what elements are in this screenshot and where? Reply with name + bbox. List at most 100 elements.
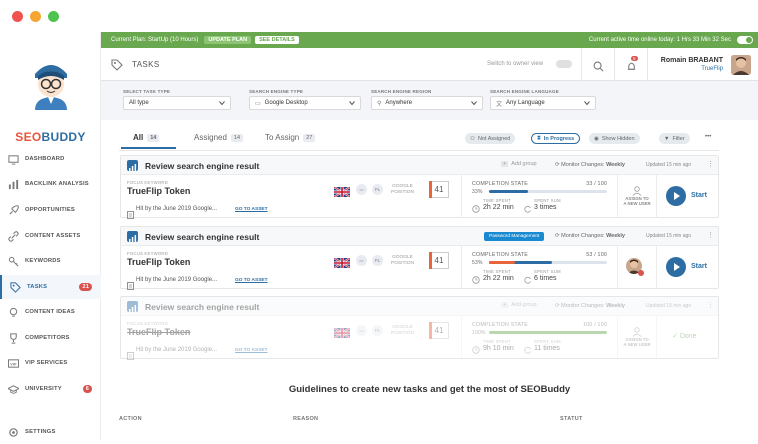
add-group-button[interactable]: + Add group	[501, 161, 537, 167]
go-to-asset-link[interactable]: GO TO ASSET	[235, 278, 268, 283]
sidebar-item-content-assets[interactable]: CONTENT ASSETS	[0, 224, 101, 248]
tab-label: Assigned	[194, 133, 227, 142]
clock-icon	[472, 200, 480, 218]
start-button[interactable]	[666, 186, 686, 206]
task-tabs: All 14 Assigned 14 To Assign 27 ⚇ Not Assign…	[101, 128, 758, 151]
completion-count: 100 / 100	[583, 322, 607, 328]
sidebar-item-backlink-analysis[interactable]: BACKLINK ANALYSIS	[0, 172, 101, 196]
assign-user-label[interactable]: ASSIGN TO A NEW USER	[620, 337, 654, 347]
add-group-button[interactable]: + Add group	[501, 302, 537, 308]
search-icon[interactable]	[593, 59, 604, 77]
document-icon	[127, 347, 134, 365]
sidebar-item-label: CONTENT IDEAS	[25, 309, 75, 315]
show-hidden-filter[interactable]: ◉ Show Hidden	[589, 133, 640, 144]
timer-toggle[interactable]	[737, 36, 753, 44]
owner-view-toggle[interactable]	[556, 60, 572, 68]
plus-icon: +	[501, 161, 509, 167]
completion-bar-segment	[489, 261, 515, 264]
tab-all[interactable]: All 14	[133, 133, 160, 142]
clock-icon	[472, 341, 480, 359]
filter-select-1[interactable]: ▭ Google Desktop	[249, 96, 361, 110]
updated-time: Updated 15 min ago	[646, 233, 692, 239]
time-spent-value: 2h 22 min	[483, 275, 514, 282]
filter-select-3[interactable]: 文 Any Language	[490, 96, 596, 110]
see-details-button[interactable]: SEE DETAILS	[255, 36, 299, 44]
spent-sum-value: 3 times	[534, 204, 557, 211]
sidebar-item-label: VIP SERVICES	[25, 360, 68, 366]
more-vertical-icon[interactable]: ⋮	[707, 160, 714, 168]
completion-label: COMPLETION STATE	[472, 322, 528, 328]
sidebar-item-label: COMPETITORS	[25, 335, 70, 341]
sidebar-item-competitors[interactable]: COMPETITORS	[0, 326, 101, 350]
task-card[interactable]: Review search engine result Password Mana…	[120, 226, 719, 290]
sidebar-item-opportunities[interactable]: OPPORTUNITIES	[0, 198, 101, 222]
vip-icon: VIP	[7, 357, 19, 369]
filter-value: All type	[129, 100, 149, 106]
more-vertical-icon[interactable]: ⋮	[707, 231, 714, 239]
completion-label: COMPLETION STATE	[472, 181, 528, 187]
task-title[interactable]: Review search engine result	[145, 232, 259, 242]
start-label[interactable]: Start	[691, 192, 707, 199]
tab-to-assign[interactable]: To Assign 27	[265, 133, 316, 142]
task-card[interactable]: Review search engine result + Add group ⟳ M…	[120, 155, 719, 219]
start-label[interactable]: Start	[691, 263, 707, 270]
update-plan-button[interactable]: UPDATE PLAN	[204, 36, 252, 44]
divider	[656, 246, 657, 289]
monitor-changes[interactable]: ⟳ Monitor Changes: Weekly	[555, 233, 625, 239]
avatar[interactable]	[731, 55, 751, 75]
uk-flag-icon	[333, 325, 351, 343]
more-options-button[interactable]: •••	[705, 134, 711, 140]
sidebar-item-vip-services[interactable]: VIP VIP SERVICES	[0, 351, 101, 375]
task-title[interactable]: Review search engine result	[145, 302, 259, 312]
google-position-value: 41	[429, 252, 449, 269]
sidebar-item-dashboard[interactable]: DASHBOARD	[0, 147, 101, 171]
sidebar-item-content-ideas[interactable]: CONTENT IDEAS	[0, 300, 101, 324]
group-badge[interactable]: Password Management	[484, 232, 545, 241]
monitor-changes[interactable]: ⟳ Monitor Changes: Weekly	[555, 303, 625, 309]
tag-icon	[9, 281, 21, 293]
current-plan-text: Current Plan: StartUp (10 Hours)	[111, 37, 199, 43]
in-progress-filter[interactable]: ⧗ In Progress	[531, 133, 581, 144]
language-badge: PL	[372, 325, 383, 336]
gear-icon	[7, 426, 19, 438]
minimize-dot[interactable]	[30, 11, 41, 22]
completion-count: 33 / 100	[586, 181, 607, 187]
updated-time: Updated 15 min ago	[646, 162, 692, 168]
close-dot[interactable]	[12, 11, 23, 22]
go-to-asset-link[interactable]: GO TO ASSET	[235, 207, 268, 212]
filter-select-0[interactable]: All type	[123, 96, 231, 110]
start-button[interactable]	[666, 257, 686, 277]
completion-percent: 100%	[472, 330, 486, 336]
bell-icon[interactable]	[626, 59, 637, 77]
sidebar-item-settings[interactable]: SETTINGS	[0, 420, 101, 444]
chevron-down-icon	[219, 100, 225, 108]
logo-seo: SEO	[15, 130, 42, 144]
task-title[interactable]: Review search engine result	[145, 161, 259, 171]
tab-count: 27	[303, 133, 316, 142]
chevron-down-icon	[349, 100, 355, 108]
more-vertical-icon[interactable]: ⋮	[707, 301, 714, 309]
user-name: Romain BRABANT	[660, 57, 723, 64]
sidebar-item-keywords[interactable]: KEYWORDS	[0, 249, 101, 273]
not-assigned-filter[interactable]: ⚇ Not Assigned	[465, 133, 516, 144]
pill-label: Show Hidden	[601, 135, 635, 142]
sidebar-item-tasks[interactable]: TASKS 21	[0, 275, 101, 299]
sidebar-item-label: DASHBOARD	[25, 156, 65, 162]
divider	[581, 48, 582, 81]
go-to-asset-link[interactable]: GO TO ASSET	[235, 348, 268, 353]
check-icon: ✓	[672, 333, 680, 340]
monitor-changes[interactable]: ⟳ Monitor Changes: Weekly	[555, 162, 625, 168]
document-icon	[127, 277, 134, 295]
task-card[interactable]: Review search engine result + Add group ⟳ M…	[120, 296, 719, 360]
tab-assigned[interactable]: Assigned 14	[194, 133, 244, 142]
sidebar-item-university[interactable]: UNIVERSITY 6	[0, 377, 101, 401]
filter-button[interactable]: ▼ Filter	[659, 133, 690, 144]
filter-label: SEARCH ENGINE TYPE	[249, 89, 304, 94]
google-position-value: 41	[429, 181, 449, 198]
sidebar-item-label: UNIVERSITY	[25, 386, 62, 392]
assign-user-label[interactable]: ASSIGN TO A NEW USER	[620, 196, 654, 206]
maximize-dot[interactable]	[48, 11, 59, 22]
task-card-body: FOCUS KEYWORD TrueFlip Token Hit by the Ju…	[121, 175, 718, 219]
filter-select-2[interactable]: ⚲ Anywhere	[371, 96, 483, 110]
remove-assignee-icon[interactable]	[638, 270, 644, 276]
